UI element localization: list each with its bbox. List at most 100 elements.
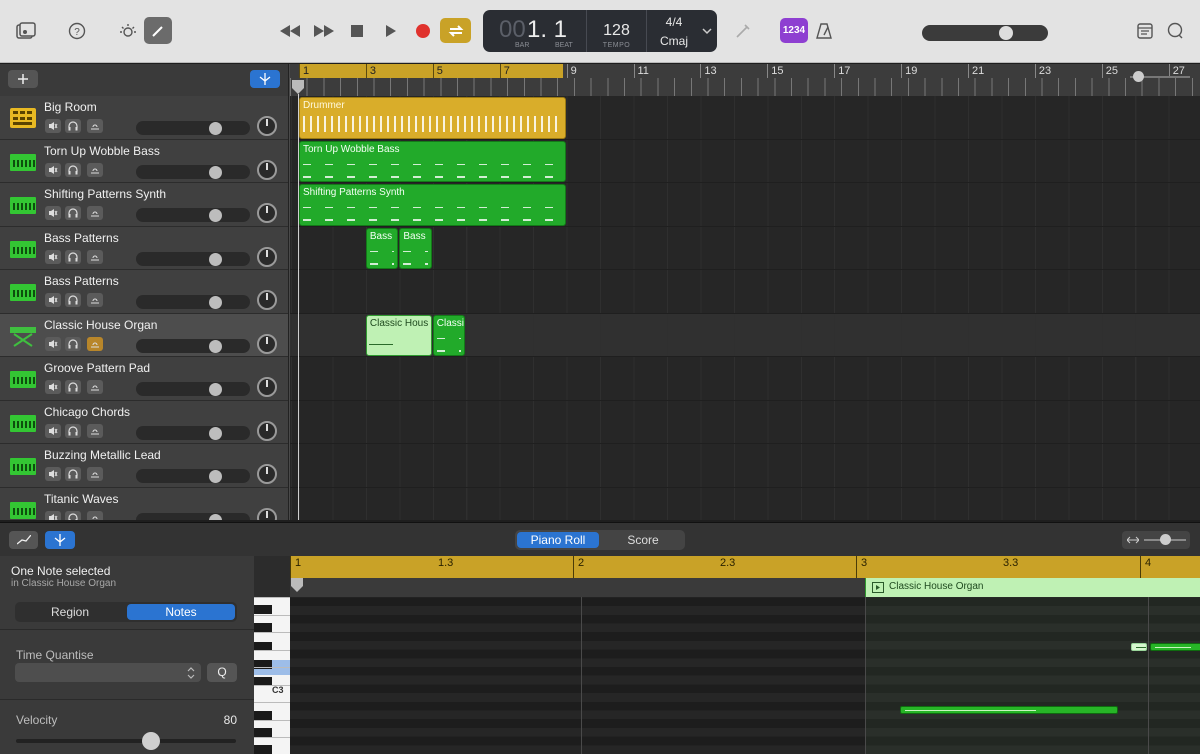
lcd-signature[interactable]: 4/4 Cmaj <box>647 10 701 52</box>
velocity-slider[interactable] <box>16 732 236 750</box>
track-volume-slider[interactable] <box>136 382 250 396</box>
metronome-icon[interactable] <box>813 20 835 42</box>
midi-note[interactable] <box>1131 643 1147 651</box>
track-header[interactable]: Buzzing Metallic Lead <box>0 444 288 488</box>
piano-roll-grid[interactable] <box>290 597 1200 754</box>
catch-playhead-button[interactable] <box>250 70 280 88</box>
add-track-button[interactable] <box>8 70 38 88</box>
region[interactable]: Bass <box>365 227 399 269</box>
mute-icon[interactable] <box>45 510 61 520</box>
track-name[interactable]: Chicago Chords <box>44 405 130 419</box>
editors-button[interactable] <box>144 17 172 44</box>
track-lane[interactable] <box>290 444 1200 488</box>
headphones-icon[interactable] <box>65 293 81 307</box>
track-header[interactable]: Shifting Patterns Synth <box>0 183 288 227</box>
track-volume-knob[interactable] <box>209 383 222 396</box>
pan-knob[interactable] <box>257 116 277 136</box>
editor-snap-button[interactable] <box>45 531 75 549</box>
track-header[interactable]: Big Room <box>0 96 288 140</box>
master-volume-knob[interactable] <box>999 26 1013 40</box>
piano-roll-playhead-icon[interactable] <box>291 578 303 592</box>
track-name[interactable]: Groove Pattern Pad <box>44 361 150 375</box>
headphones-icon[interactable] <box>65 119 81 133</box>
record-enable-icon[interactable] <box>87 423 103 438</box>
arrange-ruler[interactable]: 1 3 5 7 9 11 13 15 17 19 21 23 25 27 <box>290 64 1200 96</box>
tracks-area[interactable]: 1 3 5 7 9 11 13 15 17 19 21 23 25 27 Drummer Torn Up W… <box>289 64 1200 520</box>
headphones-icon[interactable] <box>65 162 81 177</box>
track-volume-knob[interactable] <box>209 252 222 266</box>
track-volume-knob[interactable] <box>209 513 222 520</box>
record-enable-icon[interactable] <box>87 293 103 307</box>
pan-knob[interactable] <box>257 159 277 180</box>
pan-knob[interactable] <box>257 290 277 310</box>
record-enable-icon[interactable] <box>87 380 103 394</box>
track-volume-slider[interactable] <box>136 121 250 135</box>
track-header[interactable]: Chicago Chords <box>0 400 288 444</box>
lcd-display[interactable]: 00 1. 1 BAR BEAT 128 TEMPO 4/4 Cmaj <box>483 10 717 52</box>
track-volume-slider[interactable] <box>136 164 250 179</box>
track-lane[interactable] <box>290 357 1200 401</box>
mute-icon[interactable] <box>45 467 61 481</box>
track-name[interactable]: Buzzing Metallic Lead <box>44 448 161 462</box>
fast-forward-icon[interactable] <box>312 20 336 42</box>
headphones-icon[interactable] <box>65 206 81 220</box>
pan-knob[interactable] <box>257 246 277 267</box>
track-name[interactable]: Bass Patterns <box>44 231 119 245</box>
track-volume-slider[interactable] <box>136 425 250 440</box>
pan-knob[interactable] <box>257 377 277 397</box>
track-volume-knob[interactable] <box>209 470 222 483</box>
track-volume-knob[interactable] <box>209 165 222 179</box>
region[interactable]: Classi <box>432 314 466 356</box>
notepad-icon[interactable] <box>1134 20 1156 42</box>
record-enable-icon[interactable] <box>87 249 103 264</box>
smart-controls-icon[interactable] <box>117 20 139 42</box>
midi-note[interactable] <box>1150 643 1200 651</box>
track-lanes[interactable]: Drummer Torn Up Wobble Bass Shifting Patte… <box>290 96 1200 520</box>
library-icon[interactable] <box>14 20 38 42</box>
count-in-button[interactable]: 1234 <box>780 18 808 43</box>
record-enable-icon[interactable] <box>87 336 103 351</box>
pan-knob[interactable] <box>257 464 277 484</box>
piano-roll-region-header[interactable]: Classic House Organ <box>865 578 1200 597</box>
play-icon[interactable] <box>380 20 402 42</box>
help-icon[interactable]: ? <box>66 20 88 42</box>
region[interactable]: Bass <box>399 227 432 269</box>
track-volume-slider[interactable] <box>136 208 250 222</box>
piano-roll-ruler[interactable]: 1 1.3 2 2.3 3 3.3 4 <box>290 556 1200 578</box>
mute-icon[interactable] <box>45 162 61 177</box>
tab-score[interactable]: Score <box>603 532 683 548</box>
mute-icon[interactable] <box>45 380 61 394</box>
track-volume-knob[interactable] <box>209 209 222 222</box>
zoom-slider[interactable] <box>1130 71 1190 83</box>
record-enable-icon[interactable] <box>87 510 103 520</box>
track-volume-slider[interactable] <box>136 251 250 266</box>
rewind-icon[interactable] <box>278 20 302 42</box>
time-quantise-select[interactable] <box>15 663 201 682</box>
playhead-icon[interactable] <box>292 80 304 94</box>
headphones-icon[interactable] <box>65 423 81 438</box>
mute-icon[interactable] <box>45 336 61 351</box>
record-enable-icon[interactable] <box>87 206 103 220</box>
track-name[interactable]: Big Room <box>44 100 97 114</box>
lcd-dropdown-chevron-icon[interactable] <box>701 24 715 38</box>
mute-icon[interactable] <box>45 423 61 438</box>
track-lane[interactable] <box>290 487 1200 520</box>
track-name[interactable]: Titanic Waves <box>44 492 118 506</box>
mute-icon[interactable] <box>45 206 61 220</box>
mute-icon[interactable] <box>45 119 61 133</box>
track-header[interactable]: Bass Patterns <box>0 270 288 314</box>
mute-icon[interactable] <box>45 249 61 264</box>
automation-button[interactable] <box>9 531 38 549</box>
tab-piano-roll[interactable]: Piano Roll <box>517 532 599 548</box>
region[interactable]: Drummer <box>299 97 566 139</box>
master-volume-slider[interactable] <box>922 25 1048 41</box>
track-header[interactable]: Torn Up Wobble Bass <box>0 139 288 183</box>
record-enable-icon[interactable] <box>87 467 103 481</box>
cycle-button[interactable] <box>440 18 471 43</box>
region[interactable]: Shifting Patterns Synth <box>299 184 566 226</box>
segment-notes[interactable]: Notes <box>127 604 235 620</box>
track-name[interactable]: Bass Patterns <box>44 274 119 288</box>
track-lane[interactable] <box>290 400 1200 444</box>
track-volume-knob[interactable] <box>209 122 222 135</box>
track-header[interactable]: Groove Pattern Pad <box>0 357 288 401</box>
